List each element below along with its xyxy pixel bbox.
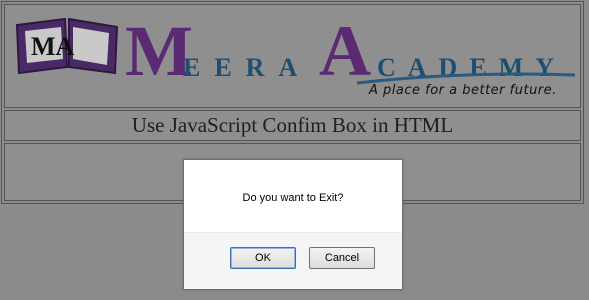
ok-button[interactable]: OK xyxy=(230,247,296,269)
logo-tagline: A place for a better future. xyxy=(369,83,557,98)
title-row: Use JavaScript Confim Box in HTML xyxy=(4,110,581,141)
header-banner: MA M EERA A CADEMY A place for a better … xyxy=(4,4,581,108)
dialog-footer: OK Cancel xyxy=(184,232,402,289)
cancel-button[interactable]: Cancel xyxy=(309,247,375,269)
open-book-icon: MA xyxy=(15,17,119,75)
dialog-message: Do you want to Exit? xyxy=(242,192,344,204)
logo-word-eera: EERA xyxy=(183,53,312,82)
book-letter-m: MA xyxy=(31,32,75,61)
confirm-dialog: Do you want to Exit? OK Cancel xyxy=(183,159,403,290)
page-title: Use JavaScript Confim Box in HTML xyxy=(131,113,454,137)
